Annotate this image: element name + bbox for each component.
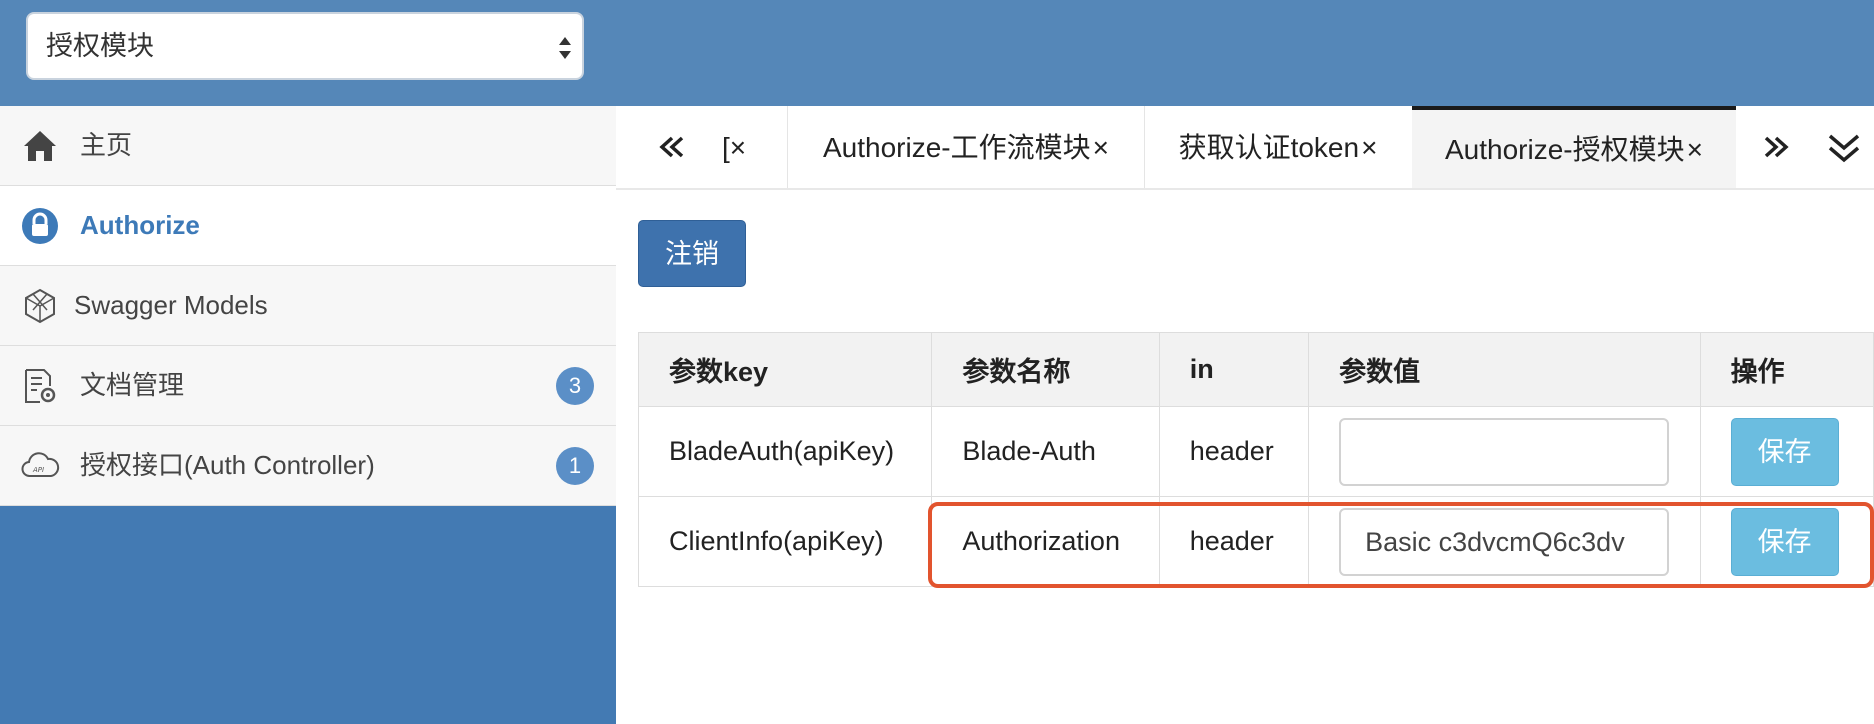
param-value-input[interactable]: Basic c3dvcmQ6c3dv [1339, 507, 1670, 576]
param-name: Blade-Auth [931, 406, 1160, 497]
top-header: 授权模块 [0, 0, 1874, 106]
cloud-api-icon: API [21, 452, 60, 477]
double-chevron-left-icon [659, 136, 684, 158]
column-header: in [1158, 332, 1310, 407]
doc-settings-icon [25, 369, 56, 403]
select-arrows-icon [559, 37, 571, 59]
param-name: Authorization [931, 496, 1160, 587]
sidebar-item-swagger-models[interactable]: Swagger Models [0, 266, 616, 346]
param-value-input[interactable] [1339, 417, 1670, 486]
module-select-value: 授权模块 [46, 31, 154, 61]
table-header-row: 参数key 参数名称 in 参数值 操作 [637, 332, 1874, 407]
table-row: BladeAuth(apiKey) Blade-Auth header 保存 [637, 406, 1874, 497]
sidebar-item-home[interactable]: 主页 [0, 106, 616, 186]
tab-close-icon[interactable]: × [1361, 132, 1377, 163]
lock-icon [22, 208, 58, 244]
tab-auth-module[interactable]: Authorize-授权模块× [1412, 106, 1737, 188]
tab-label: 获取认证token [1178, 132, 1360, 163]
home-icon [24, 131, 56, 161]
sidebar-item-label: Swagger Models [74, 290, 268, 320]
auth-params-table: 参数key 参数名称 in 参数值 操作 BladeAuth(apiKey) B… [637, 332, 1874, 587]
tab-label: [× [722, 132, 747, 163]
save-button[interactable]: 保存 [1730, 507, 1839, 576]
double-chevron-down-icon [1828, 134, 1860, 163]
tab-menu-button[interactable] [1816, 106, 1874, 188]
tab-label: Authorize-授权模块 [1445, 134, 1685, 165]
param-in: header [1158, 496, 1310, 587]
count-badge: 3 [556, 367, 594, 405]
tab-workflow-module[interactable]: Authorize-工作流模块× [788, 106, 1145, 188]
tab-partial[interactable]: [× [712, 106, 788, 188]
tab-label: Authorize-工作流模块 [823, 132, 1091, 163]
param-in: header [1158, 406, 1310, 497]
action-cell: 保存 [1699, 406, 1874, 497]
sidebar-item-label: 文档管理 [80, 370, 185, 400]
cube-icon [25, 288, 55, 324]
logout-button[interactable]: 注销 [638, 220, 746, 287]
column-header: 参数key [637, 332, 933, 407]
sidebar-item-authorize[interactable]: Authorize [0, 186, 616, 266]
column-header: 参数值 [1308, 332, 1701, 407]
sidebar: 主页 Authorize Swagger Models 文档管理 3 API 授… [0, 106, 616, 724]
sidebar-item-label: 授权接口(Auth Controller) [80, 450, 375, 480]
param-key: ClientInfo(apiKey) [637, 496, 933, 587]
table-row: ClientInfo(apiKey) Authorization header … [637, 496, 1874, 587]
tab-get-token[interactable]: 获取认证token× [1144, 106, 1413, 188]
tab-bar: [× Authorize-工作流模块× 获取认证token× Authorize… [616, 106, 1874, 190]
sidebar-item-auth-controller[interactable]: API 授权接口(Auth Controller) 1 [0, 426, 616, 506]
sidebar-item-doc-management[interactable]: 文档管理 3 [0, 346, 616, 426]
tab-close-icon[interactable]: × [1687, 134, 1703, 165]
save-button[interactable]: 保存 [1730, 417, 1839, 486]
column-header: 操作 [1699, 332, 1874, 407]
sidebar-item-label: Authorize [80, 210, 200, 240]
param-key: BladeAuth(apiKey) [637, 406, 933, 497]
tab-scroll-left-button[interactable] [636, 106, 716, 188]
param-value-cell: Basic c3dvcmQ6c3dv [1308, 496, 1701, 587]
param-value-cell [1308, 406, 1701, 497]
column-header: 参数名称 [931, 332, 1160, 407]
svg-text:API: API [32, 466, 44, 474]
double-chevron-right-icon [1764, 136, 1789, 158]
count-badge: 1 [556, 447, 594, 485]
tab-close-icon[interactable]: × [1093, 132, 1109, 163]
sidebar-item-label: 主页 [80, 130, 133, 160]
sidebar-menu: 主页 Authorize Swagger Models 文档管理 3 API 授… [0, 106, 616, 506]
module-select[interactable]: 授权模块 [26, 12, 584, 80]
action-cell: 保存 [1699, 496, 1874, 587]
tab-scroll-right-button[interactable] [1736, 106, 1817, 188]
